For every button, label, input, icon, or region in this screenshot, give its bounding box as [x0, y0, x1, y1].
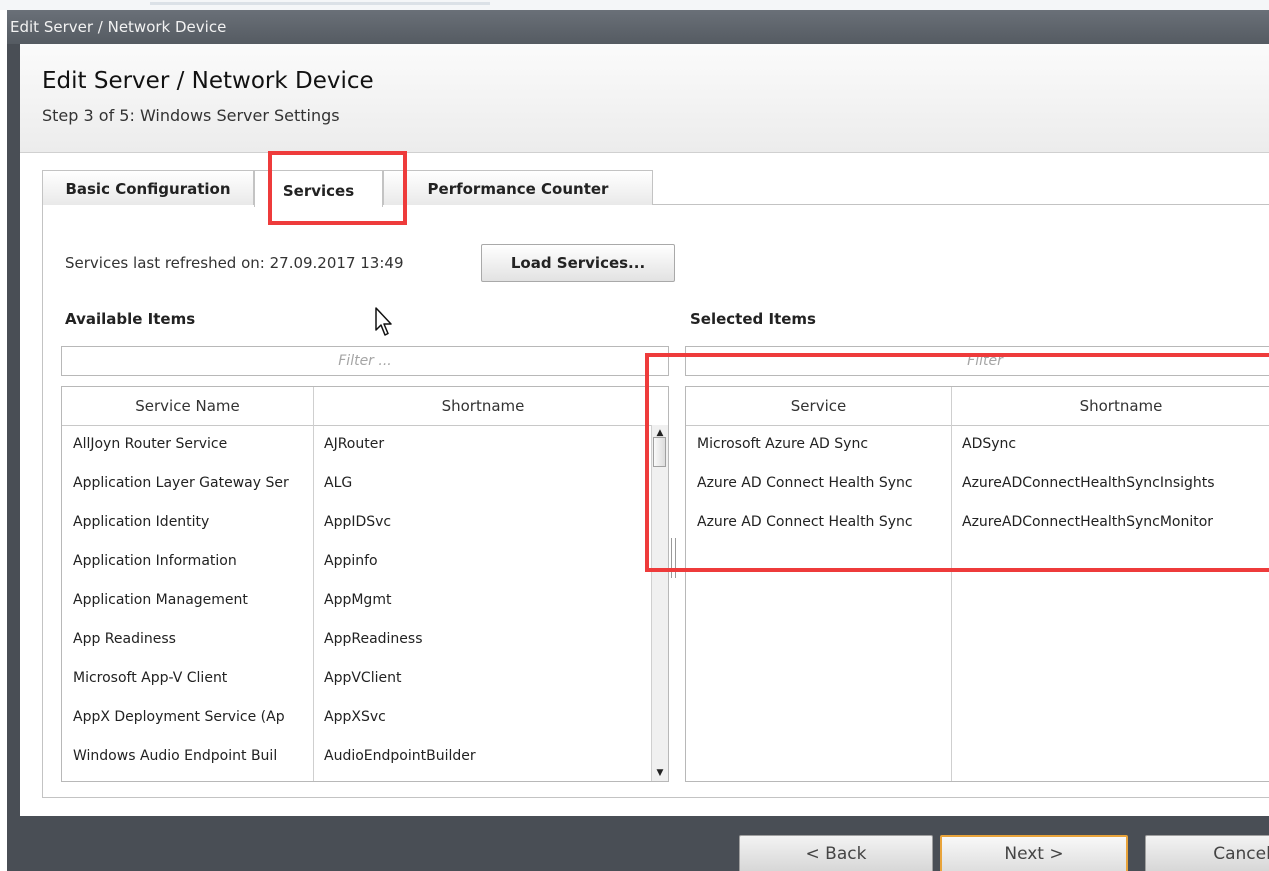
table-row[interactable]: Application Layer Gateway Ser ALG: [62, 464, 668, 503]
table-row[interactable]: Microsoft Azure AD Sync ADSync: [686, 425, 1269, 464]
available-filter-input[interactable]: [61, 346, 669, 376]
shortname-cell: Appinfo: [324, 553, 378, 569]
shortname-cell: AzureADConnectHealthSyncInsights: [962, 475, 1215, 491]
column-header-service-name[interactable]: Service Name: [62, 387, 313, 425]
service-name-cell: Application Identity: [73, 514, 210, 530]
shortname-cell: AppXSvc: [324, 709, 386, 725]
service-name-cell: Windows Audio Endpoint Buil: [73, 748, 278, 764]
table-row[interactable]: Application Management AppMgmt: [62, 581, 668, 620]
tab-basic-configuration[interactable]: Basic Configuration: [42, 170, 254, 205]
pane-splitter-handle[interactable]: [671, 538, 676, 578]
column-header-shortname[interactable]: Shortname: [951, 387, 1269, 425]
scroll-down-icon[interactable]: ▼: [652, 765, 668, 781]
column-header-shortname[interactable]: Shortname: [313, 387, 653, 425]
available-grid-scrollbar[interactable]: ▲ ▼: [651, 425, 668, 781]
service-name-cell: App Readiness: [73, 631, 176, 647]
table-row[interactable]: Windows Audio Endpoint Buil AudioEndpoin…: [62, 737, 668, 776]
shortname-cell: ALG: [324, 475, 353, 491]
background-strip: [0, 0, 1269, 10]
table-row[interactable]: Application Identity AppIDSvc: [62, 503, 668, 542]
table-row[interactable]: Azure AD Connect Health Sync AzureADConn…: [686, 503, 1269, 542]
services-refresh-text: Services last refreshed on: 27.09.2017 1…: [65, 254, 404, 272]
service-cell: Microsoft Azure AD Sync: [697, 436, 869, 452]
shortname-cell: AppIDSvc: [324, 514, 392, 530]
available-grid-header: Service Name Shortname: [62, 387, 668, 426]
shortname-cell: AzureADConnectHealthSyncMonitor: [962, 514, 1214, 530]
table-row[interactable]: AllJoyn Router Service AJRouter: [62, 425, 668, 464]
shortname-cell: AudioEndpointBuilder: [324, 748, 476, 764]
shortname-cell: AppVClient: [324, 670, 402, 686]
tab-performance-counter[interactable]: Performance Counter: [383, 170, 653, 205]
available-items-label: Available Items: [65, 310, 196, 328]
service-cell: Azure AD Connect Health Sync: [697, 475, 913, 491]
table-row[interactable]: Azure AD Connect Health Sync AzureADConn…: [686, 464, 1269, 503]
cancel-button[interactable]: Cancel: [1145, 835, 1269, 871]
service-name-cell: Application Management: [73, 592, 248, 608]
service-name-cell: Application Information: [73, 553, 237, 569]
service-name-cell: AppX Deployment Service (Ap: [73, 709, 285, 725]
page-title: Edit Server / Network Device: [42, 68, 374, 94]
selected-items-grid: Service Shortname Microsoft Azure AD Syn…: [685, 386, 1269, 782]
next-button[interactable]: Next >: [940, 835, 1128, 871]
tab-services[interactable]: Services: [254, 170, 383, 207]
dialog-content: Edit Server / Network Device Step 3 of 5…: [20, 44, 1269, 816]
table-row[interactable]: AppX Deployment Service (Ap AppXSvc: [62, 698, 668, 737]
available-items-grid: Service Name Shortname AllJoyn Router Se…: [61, 386, 669, 782]
shortname-cell: AppReadiness: [324, 631, 423, 647]
window-titlebar: Edit Server / Network Device: [7, 10, 1269, 44]
dialog-window: Edit Server / Network Device Edit Server…: [7, 10, 1269, 871]
shortname-cell: ADSync: [962, 436, 1017, 452]
column-header-service[interactable]: Service: [686, 387, 951, 425]
mouse-pointer-icon: [375, 307, 392, 336]
table-row[interactable]: Application Information Appinfo: [62, 542, 668, 581]
wizard-header: Edit Server / Network Device Step 3 of 5…: [20, 44, 1269, 153]
table-row[interactable]: Microsoft App-V Client AppVClient: [62, 659, 668, 698]
load-services-button[interactable]: Load Services...: [481, 244, 675, 282]
selected-filter-input[interactable]: [685, 346, 1269, 376]
service-name-cell: AllJoyn Router Service: [73, 436, 228, 452]
selected-grid-header: Service Shortname: [686, 387, 1269, 426]
service-name-cell: Microsoft App-V Client: [73, 670, 228, 686]
shortname-cell: AJRouter: [324, 436, 385, 452]
step-subtitle: Step 3 of 5: Windows Server Settings: [42, 106, 340, 125]
shortname-cell: AppMgmt: [324, 592, 392, 608]
table-row[interactable]: App Readiness AppReadiness: [62, 620, 668, 659]
background-ghost: [150, 2, 490, 5]
back-button[interactable]: < Back: [739, 835, 933, 871]
scrollbar-thumb[interactable]: [653, 437, 666, 467]
selected-items-label: Selected Items: [690, 310, 816, 328]
service-name-cell: Application Layer Gateway Ser: [73, 475, 289, 491]
service-cell: Azure AD Connect Health Sync: [697, 514, 913, 530]
